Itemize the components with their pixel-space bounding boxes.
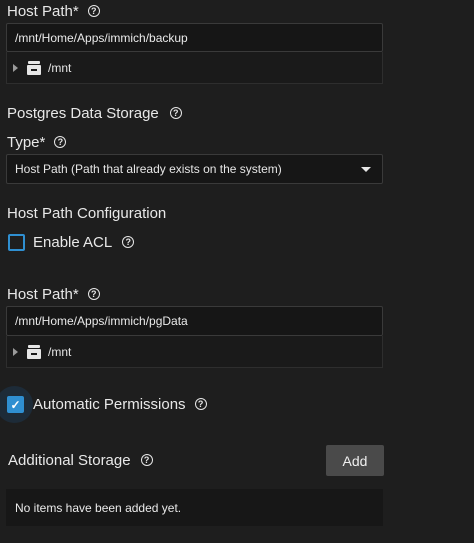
directory-tree: /mnt	[6, 336, 383, 368]
host-path-label-text: Host Path	[7, 2, 73, 20]
required-mark: *	[39, 133, 46, 151]
help-icon[interactable]: ?	[194, 398, 207, 410]
required-mark: *	[72, 2, 79, 20]
automatic-permissions-checkbox[interactable]: ✓	[7, 396, 24, 413]
add-storage-button[interactable]: Add	[326, 445, 384, 476]
type-label-text: Type	[7, 133, 40, 151]
dataset-drive-icon	[27, 60, 41, 75]
type-select[interactable]: Host Path (Path that already exists on t…	[6, 154, 383, 184]
help-icon[interactable]: ?	[122, 236, 135, 248]
host-path-label: Host Path * ?	[7, 285, 100, 303]
host-path-label: Host Path * ?	[7, 2, 100, 20]
type-select-value: Host Path (Path that already exists on t…	[15, 162, 282, 176]
host-path-config-title: Host Path Configuration	[7, 205, 167, 222]
host-path-label-text: Host Path	[7, 285, 73, 303]
required-mark: *	[72, 285, 79, 303]
empty-list-message: No items have been added yet.	[6, 489, 383, 526]
pgdata-path-value: /mnt/Home/Apps/immich/pgData	[15, 314, 188, 328]
empty-list-text: No items have been added yet.	[15, 500, 182, 515]
tree-root-label[interactable]: /mnt	[48, 345, 71, 359]
additional-storage-heading: Additional Storage ?	[8, 451, 153, 469]
form-root: Host Path * ? /mnt/Home/Apps/immich/backu…	[0, 0, 474, 543]
enable-acl-label: Enable ACL ?	[33, 233, 135, 251]
automatic-permissions-label-text[interactable]: Automatic Permissions	[33, 396, 186, 413]
help-icon[interactable]: ?	[169, 107, 182, 119]
expand-caret-icon[interactable]	[13, 63, 18, 72]
help-icon[interactable]: ?	[87, 288, 100, 300]
host-path-input[interactable]: /mnt/Home/Apps/immich/backup	[6, 23, 383, 52]
tree-root-label[interactable]: /mnt	[48, 61, 71, 75]
directory-tree: /mnt	[6, 52, 383, 84]
enable-acl-label-text[interactable]: Enable ACL	[33, 234, 112, 251]
pgdata-path-input[interactable]: /mnt/Home/Apps/immich/pgData	[6, 306, 383, 336]
expand-caret-icon[interactable]	[13, 347, 18, 356]
help-icon[interactable]: ?	[87, 5, 100, 17]
help-icon[interactable]: ?	[54, 136, 67, 148]
enable-acl-checkbox[interactable]	[8, 234, 25, 251]
additional-storage-title: Additional Storage	[8, 451, 131, 469]
checkmark-icon: ✓	[10, 397, 21, 412]
postgres-section-title: Postgres Data Storage	[7, 104, 159, 122]
automatic-permissions-label: Automatic Permissions ?	[33, 395, 207, 413]
postgres-section-heading: Postgres Data Storage ?	[7, 104, 182, 122]
dropdown-arrow-icon	[361, 166, 371, 172]
type-label: Type * ?	[7, 133, 67, 151]
dataset-drive-icon	[27, 344, 41, 359]
host-path-value: /mnt/Home/Apps/immich/backup	[15, 30, 188, 45]
help-icon[interactable]: ?	[140, 454, 153, 466]
